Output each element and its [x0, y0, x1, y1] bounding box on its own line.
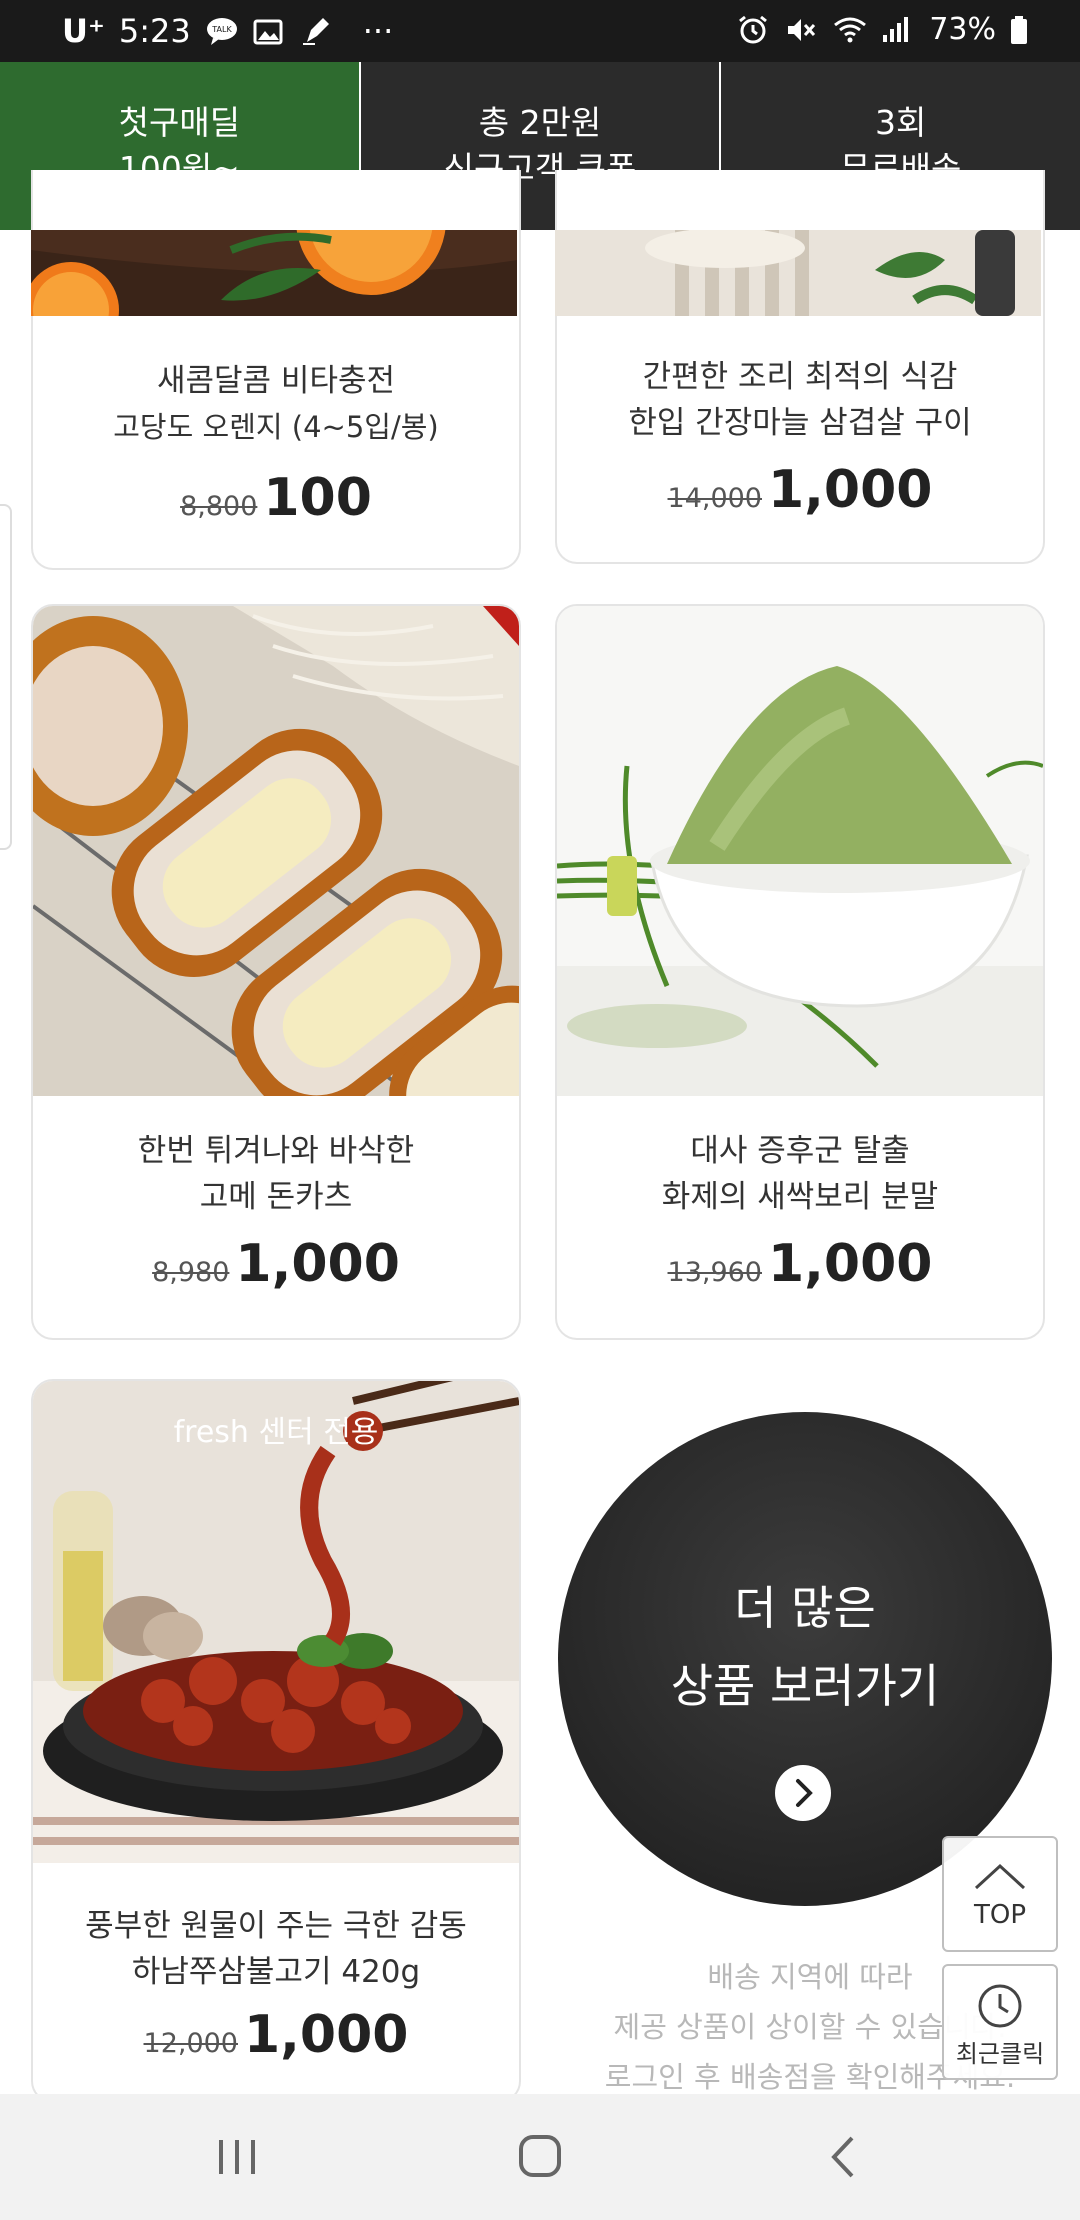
more-products-button[interactable]: 더 많은 상품 보러가기	[558, 1412, 1052, 1906]
sale-price: 1,000	[768, 1234, 933, 1294]
product-name-line2: 고당도 오렌지 (4~5입/봉)	[113, 410, 439, 444]
clock-icon	[978, 1984, 1022, 2028]
original-price: 14,000	[667, 483, 762, 514]
carrier-label: U⁺	[62, 12, 105, 50]
product-name-line1: 간편한 조리 최적의 식감	[642, 359, 958, 395]
promo-tab-line1: 첫구매딜	[118, 103, 241, 142]
fresh-center-badge: fresh 센터 전용	[173, 1415, 379, 1450]
mute-icon	[785, 15, 819, 45]
clock: 5:23	[118, 12, 191, 50]
original-price: 8,800	[180, 491, 258, 522]
svg-text:TALK: TALK	[211, 25, 232, 34]
recent-click-label: 최근클릭	[955, 2040, 1045, 2068]
alarm-icon	[737, 15, 771, 45]
chevron-right-icon	[775, 1765, 831, 1821]
product-name-line1: 풍부한 원물이 주는 극한 감동	[85, 1908, 467, 1944]
product-name-line2: 고메 돈카츠	[199, 1179, 353, 1215]
more-products-line1: 더 많은	[734, 1581, 876, 1635]
product-image	[33, 1381, 519, 1863]
product-name-line1: 대사 증후군 탈출	[690, 1133, 910, 1169]
home-icon[interactable]	[510, 2132, 570, 2182]
original-price: 8,980	[152, 1257, 230, 1288]
product-image	[557, 606, 1043, 1096]
battery-percent: 73%	[929, 12, 996, 47]
sale-price: 1,000	[235, 1234, 400, 1294]
top-label: TOP	[973, 1900, 1027, 1930]
back-icon[interactable]	[814, 2132, 874, 2182]
product-image-pork	[555, 230, 1041, 316]
talk-icon: TALK	[205, 16, 239, 46]
product-name-line2: 한입 간장마늘 삼겹살 구이	[628, 405, 972, 441]
product-card-tonkatsu[interactable]: 한번 튀겨나와 바삭한 고메 돈카츠 8,980 1,000	[31, 604, 521, 1340]
product-card-octopus[interactable]: fresh 센터 전용 풍부한 원물이 주는 극한 감동 하남쭈삼불고기 420…	[31, 1379, 521, 2103]
recent-apps-icon[interactable]	[207, 2132, 267, 2182]
promo-tab-line1: 3회	[875, 103, 927, 142]
product-name-line2: 화제의 새싹보리 분말	[661, 1179, 939, 1215]
recent-click-button[interactable]: 최근클릭	[942, 1964, 1058, 2080]
sale-price: 100	[263, 468, 372, 528]
signal-icon	[881, 15, 915, 45]
original-price: 12,000	[143, 2028, 238, 2059]
status-bar: U⁺ 5:23 TALK ··· 73%	[0, 0, 1080, 62]
side-drawer-handle[interactable]	[0, 504, 12, 850]
product-image-orange	[31, 230, 517, 316]
product-image	[33, 606, 519, 1096]
sale-price: 1,000	[768, 460, 933, 520]
scroll-top-button[interactable]: TOP	[942, 1836, 1058, 1952]
sale-price: 1,000	[244, 2005, 409, 2065]
product-name-line1: 새콤달콤 비타충전	[156, 363, 395, 399]
original-price: 13,960	[667, 1257, 762, 1288]
product-card-barley[interactable]: 대사 증후군 탈출 화제의 새싹보리 분말 13,960 1,000	[555, 604, 1045, 1340]
pen-icon	[301, 16, 335, 46]
gallery-icon	[253, 16, 287, 46]
wifi-icon	[833, 15, 867, 45]
chevron-up-icon	[974, 1863, 1026, 1890]
product-name-line1: 한번 튀겨나와 바삭한	[137, 1133, 415, 1169]
battery-icon	[1010, 15, 1028, 45]
navigation-bar	[0, 2094, 1080, 2220]
more-products-line2: 상품 보러가기	[670, 1659, 940, 1713]
product-name-line2: 하남쭈삼불고기 420g	[131, 1954, 421, 1990]
promo-tab-line1: 총 2만원	[478, 103, 602, 142]
more-dots: ···	[362, 12, 394, 50]
